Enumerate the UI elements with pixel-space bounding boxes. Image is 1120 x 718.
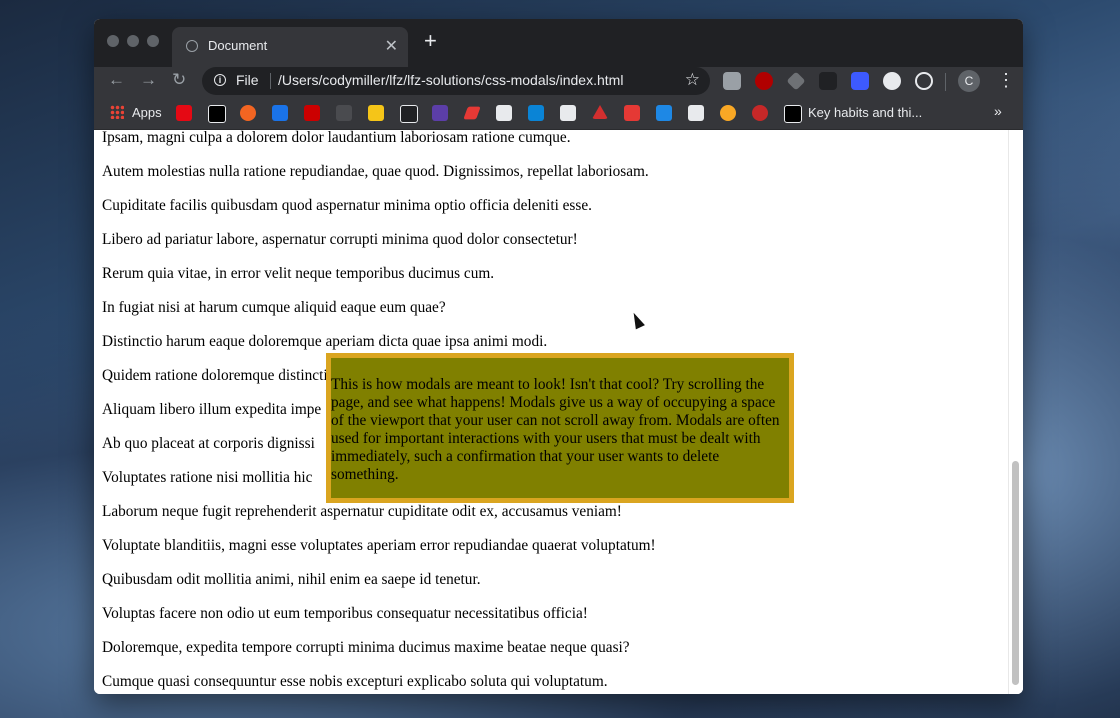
bookmark-pixel-icon[interactable] [496, 105, 512, 121]
bookmark-sd-icon[interactable] [272, 105, 288, 121]
paragraph: Quidem ratione doloremque distinctio [102, 367, 336, 384]
bookmark-netflix-icon[interactable] [176, 105, 192, 121]
bookmark-pcgamer-icon[interactable] [304, 105, 320, 121]
paragraph: Doloremque, expedita tempore corrupti mi… [102, 639, 630, 656]
bookmark-diamond-icon[interactable] [400, 105, 418, 123]
paragraph: Cumque quasi consequuntur esse nobis exc… [102, 673, 608, 690]
globe-icon [186, 40, 198, 52]
bookmark-medium-icon[interactable] [208, 105, 226, 123]
bookmark-owl-icon[interactable] [720, 105, 736, 121]
page-content: Ipsam, magni culpa a dolorem dolor lauda… [94, 130, 1023, 694]
address-url[interactable]: /Users/codymiller/lfz/lfz-solutions/css-… [278, 72, 623, 88]
bookmark-medium-2-icon[interactable] [784, 105, 802, 123]
paragraph: Ipsam, magni culpa a dolorem dolor lauda… [102, 130, 571, 146]
tab-close-icon[interactable]: ✕ [385, 36, 398, 56]
reload-icon[interactable]: ↻ [172, 70, 186, 90]
bookmark-triangle-icon[interactable] [592, 105, 608, 119]
bookmark-g-red-icon[interactable] [624, 105, 640, 121]
paragraph: Laborum neque fugit reprehenderit aspern… [102, 503, 622, 520]
bookmark-key-habits[interactable]: Key habits and thi... [808, 105, 922, 120]
extension-layers-icon[interactable] [786, 71, 806, 91]
title-bar: Document ✕ + [94, 19, 1023, 67]
bookmark-u-icon[interactable] [752, 105, 768, 121]
menu-kebab-icon[interactable]: ⋮ [997, 70, 1015, 91]
close-window-button[interactable] [107, 35, 119, 47]
paragraph: In fugiat nisi at harum cumque aliquid e… [102, 299, 446, 316]
back-arrow-icon[interactable]: ← [108, 70, 125, 90]
paragraph: Cupiditate facilis quibusdam quod aspern… [102, 197, 592, 214]
bookmark-purple-icon[interactable] [432, 105, 448, 121]
extension-lock-icon[interactable] [819, 72, 837, 90]
extension-link-icon[interactable] [851, 72, 869, 90]
info-icon[interactable]: i [214, 74, 226, 86]
bookmark-flag-icon[interactable] [463, 106, 481, 120]
address-divider [270, 73, 271, 89]
paragraph: Autem molestias nulla ratione repudianda… [102, 163, 649, 180]
address-scheme-label: File [236, 72, 259, 88]
forward-arrow-icon[interactable]: → [140, 70, 157, 90]
paragraph: Ab quo placeat at corporis dignissi [102, 435, 315, 452]
zoom-window-button[interactable] [147, 35, 159, 47]
bookmark-apps[interactable]: Apps [132, 105, 162, 120]
paragraph: Aliquam libero illum expedita impe [102, 401, 322, 418]
bookmark-pattern-icon[interactable] [688, 105, 704, 121]
modal-text: This is how modals are meant to look! Is… [331, 376, 780, 483]
react-devtools-icon[interactable] [915, 72, 933, 90]
ublock-icon[interactable] [755, 72, 773, 90]
paragraph: Distinctio harum eaque doloremque aperia… [102, 333, 548, 350]
paragraph: Rerum quia vitae, in error velit neque t… [102, 265, 495, 282]
tab-title: Document [208, 38, 268, 53]
bookmark-qc-icon[interactable] [656, 105, 672, 121]
address-bar[interactable]: i File /Users/codymiller/lfz/lfz-solutio… [202, 67, 710, 95]
paragraph: Quibusdam odit mollitia animi, nihil eni… [102, 571, 481, 588]
profile-avatar[interactable]: C [958, 70, 980, 92]
extension-counter-icon[interactable] [883, 72, 901, 90]
paragraph: Libero ad pariatur labore, aspernatur co… [102, 231, 578, 248]
paragraph: Voluptates ratione nisi mollitia hic [102, 469, 313, 486]
bookmark-m-blue-icon[interactable] [528, 105, 544, 121]
extension-k-icon[interactable] [723, 72, 741, 90]
bookmarks-bar: Apps Key habits and thi... » [94, 97, 1023, 130]
bookmark-g-icon[interactable] [560, 105, 576, 121]
new-tab-button[interactable]: + [424, 30, 437, 52]
bookmark-yellow-icon[interactable] [368, 105, 384, 121]
apps-grid-icon[interactable] [110, 105, 124, 119]
toolbar-divider [945, 73, 946, 91]
browser-toolbar: ← → ↻ i File /Users/codymiller/lfz/lfz-s… [94, 67, 1023, 97]
bookmark-orange-icon[interactable] [240, 105, 256, 121]
minimize-window-button[interactable] [127, 35, 139, 47]
paragraph: Voluptate blanditiis, magni esse volupta… [102, 537, 656, 554]
bookmarks-overflow-icon[interactable]: » [994, 103, 1002, 119]
paragraph: Voluptas facere non odio ut eum temporib… [102, 605, 588, 622]
browser-window: Document ✕ + ← → ↻ i File /Users/codymil… [94, 19, 1023, 694]
scrollbar-thumb[interactable] [1012, 461, 1019, 685]
tab-document[interactable]: Document ✕ [172, 27, 408, 67]
bookmark-puzzle-icon[interactable] [336, 105, 352, 121]
modal-dialog[interactable]: This is how modals are meant to look! Is… [326, 353, 794, 503]
bookmark-star-icon[interactable]: ☆ [685, 70, 700, 90]
